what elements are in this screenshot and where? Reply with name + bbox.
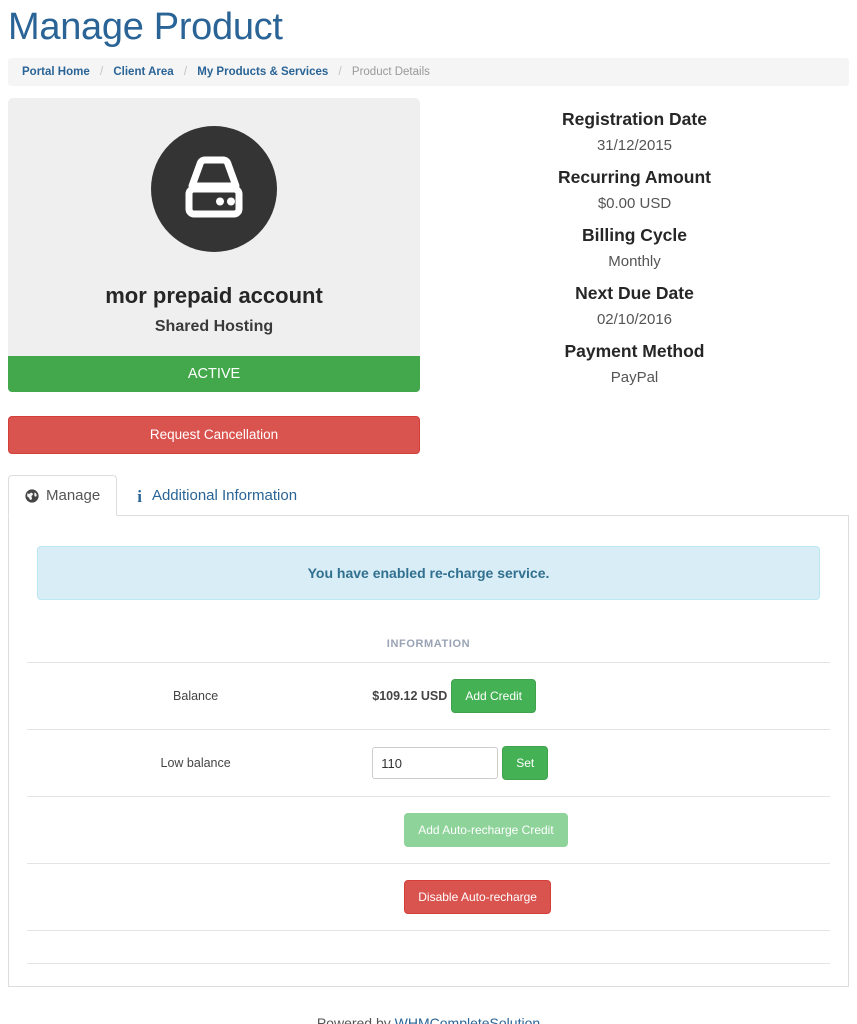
detail-label-next-due-date: Next Due Date xyxy=(420,280,849,306)
info-icon: i xyxy=(134,488,145,505)
tab-additional-information[interactable]: i Additional Information xyxy=(117,475,314,516)
tab-label-additional-information: Additional Information xyxy=(152,485,297,507)
table-row: Balance $109.12 USD Add Credit xyxy=(27,663,830,730)
product-group: Shared Hosting xyxy=(22,316,406,338)
table-row: Low balance Set xyxy=(27,730,830,797)
detail-value-registration-date: 31/12/2015 xyxy=(420,133,849,158)
product-detail-list: Registration Date 31/12/2015 Recurring A… xyxy=(420,106,849,390)
manage-tab-panel: You have enabled re-charge service. INFO… xyxy=(8,516,849,987)
breadcrumb-item-portal-home[interactable]: Portal Home xyxy=(22,66,90,78)
detail-label-recurring-amount: Recurring Amount xyxy=(420,164,849,190)
breadcrumb-separator: / xyxy=(93,66,110,78)
row-label-balance: Balance xyxy=(27,663,364,730)
product-card: mor prepaid account Shared Hosting xyxy=(8,98,420,356)
footer: Powered by WHMCompleteSolution xyxy=(0,987,857,1024)
breadcrumb-item-product-details: Product Details xyxy=(352,66,430,78)
breadcrumb-separator: / xyxy=(332,66,349,78)
detail-label-registration-date: Registration Date xyxy=(420,106,849,132)
information-table: Balance $109.12 USD Add Credit Low balan… xyxy=(27,662,830,964)
request-cancellation-button[interactable]: Request Cancellation xyxy=(8,416,420,454)
tab-list: Manage i Additional Information xyxy=(8,476,849,516)
page-title: Manage Product xyxy=(0,0,857,50)
row-label-empty-2 xyxy=(27,864,364,931)
row-value-empty-3 xyxy=(364,931,830,964)
information-section-heading: INFORMATION xyxy=(27,600,830,662)
tab-label-manage: Manage xyxy=(46,485,100,507)
breadcrumb-item-my-products-services[interactable]: My Products & Services xyxy=(197,66,328,78)
detail-label-billing-cycle: Billing Cycle xyxy=(420,222,849,248)
hard-drive-icon xyxy=(151,126,277,252)
product-details-column: Registration Date 31/12/2015 Recurring A… xyxy=(420,98,849,396)
product-tabs: Manage i Additional Information You have… xyxy=(8,476,849,987)
product-card-column: mor prepaid account Shared Hosting ACTIV… xyxy=(8,98,420,454)
add-credit-button[interactable]: Add Credit xyxy=(451,679,536,713)
row-value-disable-auto-recharge: Disable Auto-recharge xyxy=(364,864,830,931)
balance-amount: $109.12 USD xyxy=(372,689,451,703)
add-auto-recharge-credit-button[interactable]: Add Auto-recharge Credit xyxy=(404,813,567,847)
globe-icon xyxy=(25,489,39,503)
row-label-empty-3 xyxy=(27,931,364,964)
detail-value-recurring-amount: $0.00 USD xyxy=(420,191,849,216)
detail-value-billing-cycle: Monthly xyxy=(420,249,849,274)
breadcrumb: Portal Home / Client Area / My Products … xyxy=(8,58,849,86)
manage-product-page: Manage Product Portal Home / Client Area… xyxy=(0,0,857,1024)
row-label-low-balance: Low balance xyxy=(27,730,364,797)
row-value-low-balance: Set xyxy=(364,730,830,797)
product-summary-section: mor prepaid account Shared Hosting ACTIV… xyxy=(0,98,857,454)
row-label-empty-1 xyxy=(27,797,364,864)
product-name: mor prepaid account xyxy=(22,282,406,310)
footer-link-whmcs[interactable]: WHMCompleteSolution xyxy=(395,1015,541,1024)
detail-label-payment-method: Payment Method xyxy=(420,338,849,364)
set-low-balance-button[interactable]: Set xyxy=(502,746,548,780)
disable-auto-recharge-button[interactable]: Disable Auto-recharge xyxy=(404,880,551,914)
row-value-add-auto-recharge: Add Auto-recharge Credit xyxy=(364,797,830,864)
row-value-balance: $109.12 USD Add Credit xyxy=(364,663,830,730)
table-row xyxy=(27,931,830,964)
breadcrumb-separator: / xyxy=(177,66,194,78)
table-row: Disable Auto-recharge xyxy=(27,864,830,931)
detail-value-payment-method: PayPal xyxy=(420,365,849,390)
recharge-alert: You have enabled re-charge service. xyxy=(37,546,820,600)
breadcrumb-item-client-area[interactable]: Client Area xyxy=(113,66,173,78)
table-row: Add Auto-recharge Credit xyxy=(27,797,830,864)
footer-prefix: Powered by xyxy=(317,1015,395,1024)
low-balance-input[interactable] xyxy=(372,747,498,779)
tab-manage[interactable]: Manage xyxy=(8,475,117,516)
status-badge: ACTIVE xyxy=(8,356,420,392)
detail-value-next-due-date: 02/10/2016 xyxy=(420,307,849,332)
